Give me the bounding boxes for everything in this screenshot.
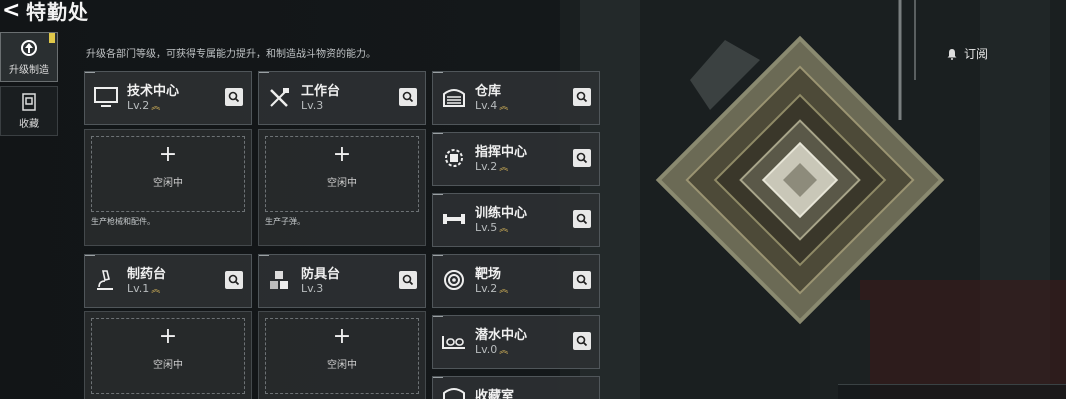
page-title: 特勤处 <box>26 0 89 24</box>
slot-status: 空闲中 <box>327 360 357 371</box>
search-icon[interactable] <box>573 332 591 350</box>
building-level: Lv.4 ︽ <box>475 99 509 112</box>
tools-icon <box>270 88 289 107</box>
upgrade-available-icon: ︽ <box>499 102 509 112</box>
building-card-armor[interactable]: 防具台 Lv.3 <box>258 254 426 308</box>
building-name: 靶场 <box>475 267 502 282</box>
search-icon[interactable] <box>573 210 591 228</box>
garage-icon <box>443 89 465 107</box>
building-card-collection[interactable]: 收藏室 <box>432 376 600 399</box>
building-name: 工作台 <box>301 84 341 99</box>
monitor-icon <box>94 87 118 107</box>
building-name: 制药台 <box>127 267 167 282</box>
building-card-range[interactable]: 靶场 Lv.2 ︽ <box>432 254 600 308</box>
bell-icon <box>947 48 957 60</box>
bottom-edge-panel <box>838 384 1066 399</box>
subscribe-label: 订阅 <box>964 47 989 61</box>
blocks-icon <box>270 271 288 289</box>
goggles-icon <box>442 336 465 349</box>
building-card-warehouse[interactable]: 仓库 Lv.4 ︽ <box>432 71 600 125</box>
building-name: 仓库 <box>475 84 502 99</box>
building-level: Lv.5 ︽ <box>475 221 509 234</box>
production-slot-pharmacy[interactable]: + 空闲中 <box>84 311 252 399</box>
add-icon[interactable]: + <box>85 326 251 348</box>
building-name: 指挥中心 <box>475 145 528 160</box>
building-level: Lv.3 <box>301 99 324 112</box>
back-button[interactable]: < <box>2 0 20 23</box>
building-level: Lv.1 ︽ <box>127 282 161 295</box>
subscribe-button[interactable]: 订阅 <box>946 45 988 62</box>
search-icon[interactable] <box>225 88 243 106</box>
add-icon[interactable]: + <box>259 144 425 166</box>
building-card-dive[interactable]: 潜水中心 Lv.0 ︽ <box>432 315 600 369</box>
vault-icon <box>443 388 465 399</box>
building-level: Lv.0 ︽ <box>475 343 509 356</box>
building-name: 防具台 <box>301 267 341 282</box>
building-level: Lv.2 ︽ <box>475 160 509 173</box>
search-icon[interactable] <box>225 271 243 289</box>
upgrade-available-icon: ︽ <box>499 224 509 234</box>
side-rail: 升级制造 收藏 <box>0 32 58 140</box>
building-name: 潜水中心 <box>475 328 528 343</box>
building-level: Lv.2 ︽ <box>475 282 509 295</box>
microscope-icon <box>97 270 113 290</box>
slot-status: 空闲中 <box>327 178 357 189</box>
production-slot-armor[interactable]: + 空闲中 <box>258 311 426 399</box>
building-card-training[interactable]: 训练中心 Lv.5 ︽ <box>432 193 600 247</box>
chip-icon <box>445 149 463 167</box>
rail-item-upgrade[interactable]: 升级制造 <box>0 32 58 82</box>
building-name: 训练中心 <box>475 206 528 221</box>
search-icon[interactable] <box>399 88 417 106</box>
building-card-workbench[interactable]: 工作台 Lv.3 <box>258 71 426 125</box>
add-icon[interactable]: + <box>85 144 251 166</box>
cube-artwork <box>560 0 1066 399</box>
slot-description: 生产枪械和配件。 <box>91 217 155 226</box>
production-slot-workbench[interactable]: + 空闲中 生产子弹。 <box>258 129 426 246</box>
slot-status: 空闲中 <box>153 360 183 371</box>
building-card-tech[interactable]: 技术中心 Lv.2 ︽ <box>84 71 252 125</box>
building-name: 收藏室 <box>475 389 515 399</box>
page-subtitle: 升级各部门等级，可获得专属能力提升，和制造战斗物资的能力。 <box>86 49 376 60</box>
building-card-command[interactable]: 指挥中心 Lv.2 ︽ <box>432 132 600 186</box>
search-icon[interactable] <box>573 88 591 106</box>
rail-item-label: 收藏 <box>19 118 39 130</box>
building-name: 技术中心 <box>127 84 180 99</box>
search-icon[interactable] <box>573 271 591 289</box>
rail-item-label: 升级制造 <box>9 64 49 76</box>
upgrade-available-icon: ︽ <box>499 346 509 356</box>
upgrade-available-icon: ︽ <box>499 285 509 295</box>
upgrade-icon <box>21 39 37 56</box>
building-level: Lv.3 <box>301 282 324 295</box>
target-icon <box>444 270 464 290</box>
search-icon[interactable] <box>399 271 417 289</box>
add-icon[interactable]: + <box>259 326 425 348</box>
search-icon[interactable] <box>573 149 591 167</box>
upgrade-available-icon: ︽ <box>499 163 509 173</box>
building-card-pharmacy[interactable]: 制药台 Lv.1 ︽ <box>84 254 252 308</box>
rail-item-collection[interactable]: 收藏 <box>0 86 58 136</box>
building-level: Lv.2 ︽ <box>127 99 161 112</box>
collection-icon <box>22 92 36 111</box>
upgrade-available-icon: ︽ <box>151 285 161 295</box>
notification-badge <box>49 33 55 43</box>
production-slot-tech[interactable]: + 空闲中 生产枪械和配件。 <box>84 129 252 246</box>
dumbbell-icon <box>443 214 465 224</box>
slot-description: 生产子弹。 <box>265 217 305 226</box>
upgrade-available-icon: ︽ <box>151 102 161 112</box>
slot-status: 空闲中 <box>153 178 183 189</box>
